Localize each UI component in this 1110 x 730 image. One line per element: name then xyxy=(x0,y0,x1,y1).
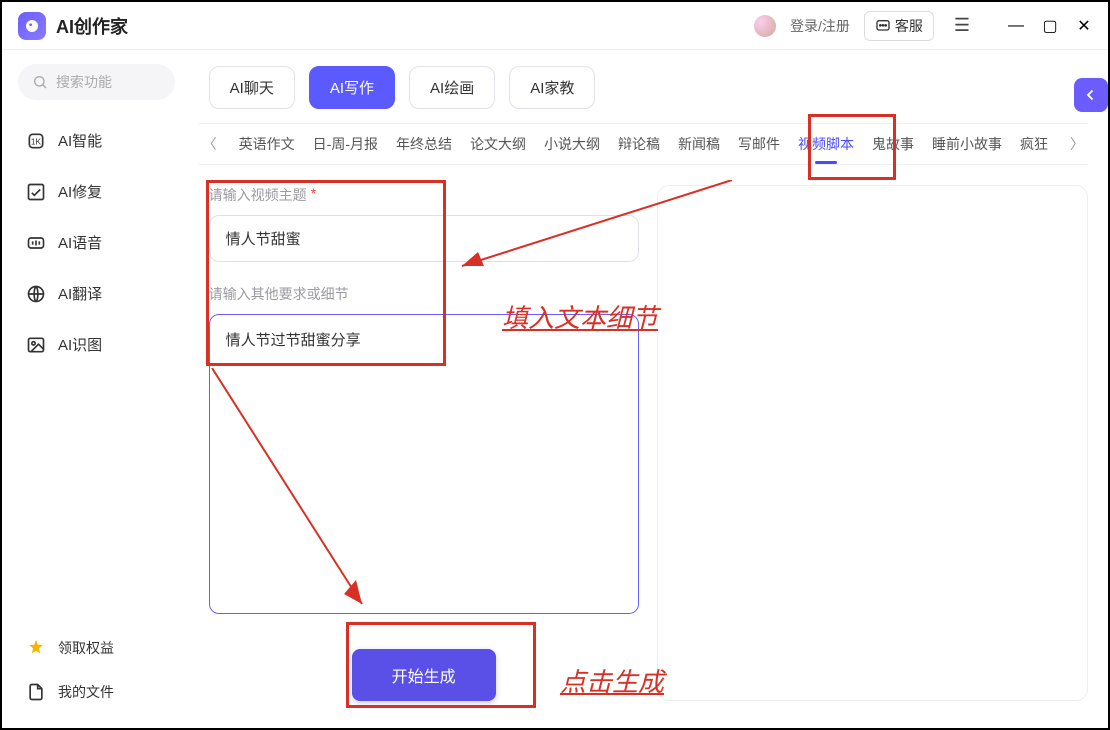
sidebar-item-rewards[interactable]: 领取权益 xyxy=(18,626,175,670)
sidebar-item-ai-translate[interactable]: AI翻译 xyxy=(18,271,175,316)
scroll-left-button[interactable]: 〈 xyxy=(199,134,221,154)
sub-tab[interactable]: 英语作文 xyxy=(239,134,295,154)
output-panel xyxy=(657,185,1088,701)
sub-tab[interactable]: 睡前小故事 xyxy=(932,134,1002,154)
customer-service-label: 客服 xyxy=(895,16,923,36)
sidebar-item-label: AI智能 xyxy=(58,130,102,151)
sidebar-item-label: AI翻译 xyxy=(58,283,102,304)
sidebar-item-ai-image[interactable]: AI识图 xyxy=(18,322,175,367)
sidebar: 搜索功能 1K AI智能 AI修复 AI语音 AI翻译 AI识图 领取权益 xyxy=(2,50,191,728)
tab-ai-draw[interactable]: AI绘画 xyxy=(409,66,495,109)
sidebar-item-ai-repair[interactable]: AI修复 xyxy=(18,169,175,214)
translate-icon xyxy=(26,284,46,304)
sub-tab-video-script[interactable]: 视频脚本 xyxy=(798,134,854,154)
collapse-panel-button[interactable] xyxy=(1074,78,1108,112)
voice-icon xyxy=(26,233,46,253)
sub-tab[interactable]: 鬼故事 xyxy=(872,134,914,154)
sub-tab[interactable]: 写邮件 xyxy=(738,134,780,154)
avatar[interactable] xyxy=(754,15,776,37)
tab-ai-tutor[interactable]: AI家教 xyxy=(509,66,595,109)
sub-tab[interactable]: 小说大纲 xyxy=(544,134,600,154)
sub-tab[interactable]: 日-周-月报 xyxy=(313,134,378,154)
titlebar-left: AI创作家 xyxy=(18,12,128,40)
sub-tab[interactable]: 疯狂 xyxy=(1020,134,1048,154)
repair-icon xyxy=(26,182,46,202)
sidebar-item-ai-smart[interactable]: 1K AI智能 xyxy=(18,118,175,163)
reward-icon xyxy=(26,638,46,658)
sub-tab[interactable]: 新闻稿 xyxy=(678,134,720,154)
file-icon xyxy=(26,682,46,702)
search-input[interactable]: 搜索功能 xyxy=(18,64,175,100)
image-icon xyxy=(26,335,46,355)
topic-input[interactable] xyxy=(209,215,639,262)
app-logo-icon xyxy=(18,12,46,40)
main-content: AI聊天 AI写作 AI绘画 AI家教 〈 英语作文 日-周-月报 年终总结 论… xyxy=(191,50,1108,728)
sidebar-item-label: AI识图 xyxy=(58,334,102,355)
sidebar-item-label: 领取权益 xyxy=(58,638,114,658)
customer-service-button[interactable]: 客服 xyxy=(864,11,934,41)
main-tabs: AI聊天 AI写作 AI绘画 AI家教 xyxy=(209,66,1088,109)
tab-ai-write[interactable]: AI写作 xyxy=(309,66,395,109)
sidebar-item-label: AI修复 xyxy=(58,181,102,202)
app-title: AI创作家 xyxy=(56,13,128,39)
sidebar-item-ai-voice[interactable]: AI语音 xyxy=(18,220,175,265)
input-form: 请输入视频主题* 请输入其他要求或细节 开始生成 xyxy=(209,185,639,701)
window-controls: — ▢ ✕ xyxy=(1008,18,1092,34)
menu-icon[interactable]: ☰ xyxy=(948,15,976,36)
maximize-button[interactable]: ▢ xyxy=(1042,18,1058,34)
detail-textarea[interactable] xyxy=(209,314,639,614)
titlebar-right: 登录/注册 客服 ☰ — ▢ ✕ xyxy=(754,11,1092,41)
login-link[interactable]: 登录/注册 xyxy=(790,16,850,36)
template-tabs: 〈 英语作文 日-周-月报 年终总结 论文大纲 小说大纲 辩论稿 新闻稿 写邮件… xyxy=(199,123,1088,165)
sidebar-item-label: 我的文件 xyxy=(58,682,114,702)
sub-tab[interactable]: 论文大纲 xyxy=(470,134,526,154)
sidebar-item-files[interactable]: 我的文件 xyxy=(18,670,175,714)
chat-icon xyxy=(875,18,891,34)
sub-tab[interactable]: 年终总结 xyxy=(396,134,452,154)
smart-icon: 1K xyxy=(26,131,46,151)
sidebar-item-label: AI语音 xyxy=(58,232,102,253)
titlebar: AI创作家 登录/注册 客服 ☰ — ▢ ✕ xyxy=(2,2,1108,50)
detail-label: 请输入其他要求或细节 xyxy=(209,284,639,304)
search-placeholder: 搜索功能 xyxy=(56,72,112,92)
tab-ai-chat[interactable]: AI聊天 xyxy=(209,66,295,109)
topic-label: 请输入视频主题* xyxy=(209,185,639,205)
minimize-button[interactable]: — xyxy=(1008,18,1024,34)
generate-button[interactable]: 开始生成 xyxy=(352,649,496,701)
search-icon xyxy=(32,74,48,90)
sub-tab[interactable]: 辩论稿 xyxy=(618,134,660,154)
scroll-right-button[interactable]: 〉 xyxy=(1066,134,1088,154)
svg-text:1K: 1K xyxy=(31,136,42,146)
close-button[interactable]: ✕ xyxy=(1076,18,1092,34)
